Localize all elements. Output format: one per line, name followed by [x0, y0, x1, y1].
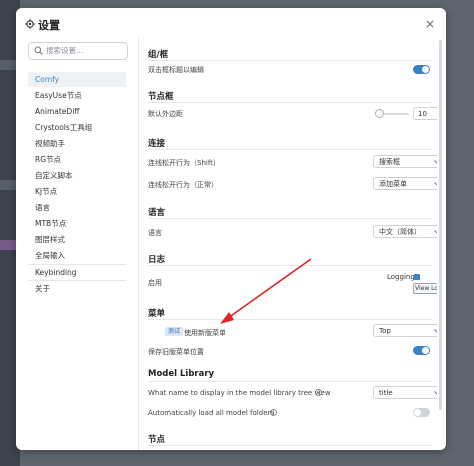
info-icon[interactable] [315, 389, 322, 396]
sidebar-item-rg-nodes[interactable]: RG节点 [28, 152, 126, 167]
sidebar-item-crystools[interactable]: Crystools工具组 [28, 120, 126, 135]
section-divider [148, 265, 432, 266]
sidebar-item-global-input[interactable]: 全局输入 [28, 248, 126, 263]
section-divider [148, 445, 432, 446]
select-value: title [379, 389, 393, 397]
toggle-knob [422, 66, 429, 73]
dialog-header: 设置 × [16, 8, 446, 40]
select-value: 中文（简体） [379, 228, 421, 236]
section-title-group: 组/框 [148, 50, 169, 60]
settings-sidebar: Comfy EasyUse节点 AnimateDiff Crystools工具组… [24, 38, 134, 450]
select-model-display-name[interactable]: title [373, 386, 437, 399]
sidebar-item-easyuse[interactable]: EasyUse节点 [28, 88, 126, 103]
view-logs-button[interactable]: View Logs [413, 283, 437, 294]
toggle-knob [414, 409, 421, 416]
chevron-down-icon [434, 329, 437, 333]
sidebar-item-video-helper[interactable]: 视频助手 [28, 136, 126, 151]
section-divider [148, 319, 432, 320]
chevron-down-icon [434, 182, 437, 186]
setting-label-double-click-title: 双击框标题以编辑 [148, 66, 204, 74]
search-input[interactable] [46, 44, 124, 57]
gear-icon [25, 19, 35, 29]
logging-checkbox[interactable] [414, 274, 420, 280]
chevron-down-icon [434, 230, 437, 234]
sidebar-item-custom-scripts[interactable]: 自定义脚本 [28, 168, 126, 183]
section-divider [148, 149, 432, 150]
settings-dialog: 设置 × Comfy EasyUse节点 AnimateDiff Crystoo… [16, 8, 446, 450]
info-icon[interactable] [270, 409, 277, 416]
settings-content: 组/框 双击框标题以编辑 节点框 默认外边距 10 连接 连线松开行为（Shif… [139, 38, 437, 450]
search-icon [34, 46, 43, 55]
sidebar-item-kj-nodes[interactable]: KJ节点 [28, 184, 126, 199]
select-value: Top [379, 327, 391, 335]
toggle-knob [422, 347, 429, 354]
select-new-menu-position[interactable]: Top [373, 324, 437, 337]
setting-label-default-padding: 默认外边距 [148, 110, 183, 118]
content-scrollbar[interactable] [439, 40, 442, 410]
sidebar-item-keybinding[interactable]: Keybinding [28, 265, 126, 280]
sidebar-item-layer-style[interactable]: 图层样式 [28, 232, 126, 247]
logging-label: Logging [387, 273, 415, 281]
setting-label-log-enable: 启用 [148, 279, 162, 287]
select-value: 添加菜单 [379, 180, 407, 188]
section-title-language: 语言 [148, 208, 166, 218]
setting-label-link-release-shift: 连线松开行为（Shift） [148, 159, 220, 167]
toggle-auto-load-model-folders[interactable] [413, 408, 430, 417]
toggle-double-click-title[interactable] [413, 65, 430, 74]
section-divider [148, 218, 432, 219]
section-title-menu: 菜单 [148, 309, 166, 319]
select-language[interactable]: 中文（简体） [373, 225, 437, 238]
setting-label-use-new-menu: 使用新版菜单 [184, 329, 226, 337]
section-divider [148, 381, 432, 382]
section-title-link: 连接 [148, 139, 166, 149]
section-title-node-frame: 节点框 [148, 92, 174, 102]
padding-slider-thumb[interactable] [375, 109, 384, 118]
select-link-release-shift[interactable]: 搜索框 [373, 155, 437, 168]
setting-label-link-release-normal: 连线松开行为（正常） [148, 181, 218, 189]
section-divider [148, 60, 432, 61]
beta-badge: 测试 [165, 327, 184, 336]
sidebar-item-about[interactable]: 关于 [28, 281, 126, 296]
sidebar-item-mtb-nodes[interactable]: MTB节点 [28, 216, 126, 231]
section-title-log: 日志 [148, 255, 166, 265]
section-divider [148, 102, 432, 103]
chevron-down-icon [434, 391, 437, 395]
section-title-node: 节点 [148, 435, 166, 445]
sidebar-item-language[interactable]: 语言 [28, 200, 126, 215]
close-button[interactable]: × [424, 18, 436, 30]
dialog-title: 设置 [38, 19, 60, 32]
sidebar-item-comfy[interactable]: Comfy [28, 72, 126, 87]
section-title-model-library: Model Library [148, 369, 215, 379]
padding-number-input[interactable]: 10 [413, 107, 437, 120]
chevron-down-icon [434, 160, 437, 164]
setting-label-language: 语言 [148, 229, 162, 237]
settings-search[interactable] [28, 42, 128, 60]
sidebar-item-animatediff[interactable]: AnimateDiff [28, 104, 126, 119]
setting-label-model-display-name: What name to display in the model librar… [148, 389, 331, 397]
setting-label-auto-load-model-folders: Automatically load all model folders [148, 409, 275, 417]
setting-label-save-legacy-menu-position: 保存旧版菜单位置 [148, 348, 204, 356]
select-value: 搜索框 [379, 158, 400, 166]
select-link-release-normal[interactable]: 添加菜单 [373, 177, 437, 190]
toggle-save-legacy-menu-position[interactable] [413, 346, 430, 355]
